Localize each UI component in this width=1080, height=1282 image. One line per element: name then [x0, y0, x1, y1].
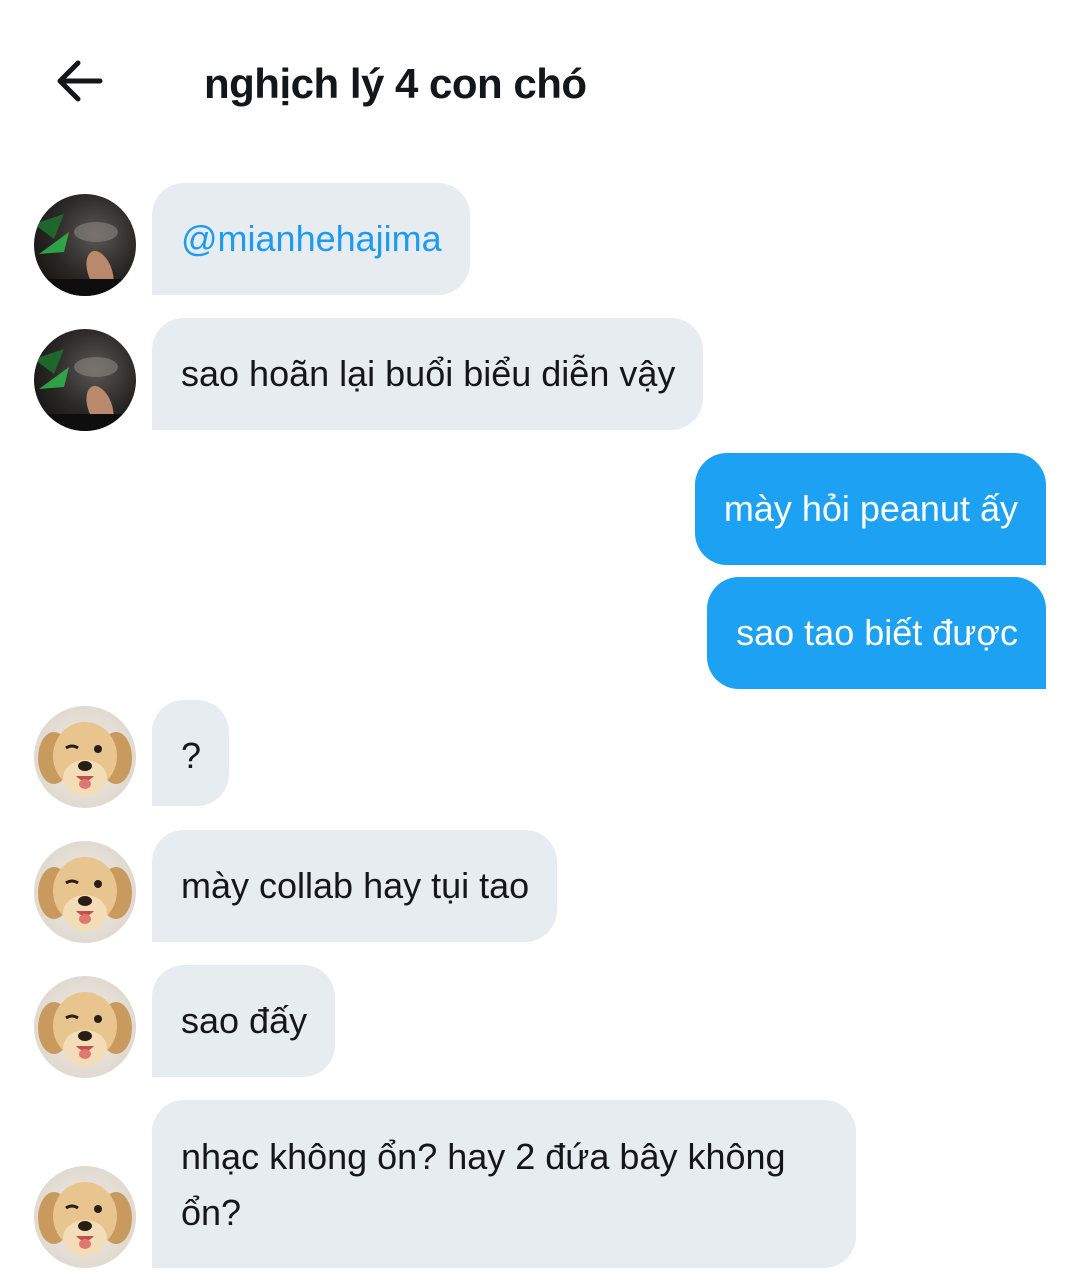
avatar-user-2[interactable]: [34, 706, 136, 808]
avatar-user-2[interactable]: [34, 976, 136, 1078]
avatar-user-2[interactable]: [34, 841, 136, 943]
message-bubble-incoming[interactable]: ?: [152, 700, 230, 806]
dm-conversation-screen: nghịch lý 4 con chó @mianhehajima sao ho…: [0, 0, 1080, 1282]
back-button[interactable]: [46, 48, 112, 114]
message-bubble-incoming[interactable]: @mianhehajima: [152, 183, 470, 295]
conversation-header: nghịch lý 4 con chó: [0, 0, 1080, 170]
message-bubble-outgoing[interactable]: mày hỏi peanut ấy: [694, 453, 1046, 565]
message-bubble-incoming[interactable]: nhạc không ổn? hay 2 đứa bây không ổn?: [152, 1100, 856, 1268]
message-bubble-outgoing[interactable]: sao tao biết được: [707, 577, 1046, 689]
avatar-user-1[interactable]: [34, 329, 136, 431]
arrow-left-icon: [57, 60, 103, 102]
message-bubble-incoming[interactable]: mày collab hay tụi tao: [152, 830, 558, 942]
conversation-title[interactable]: nghịch lý 4 con chó: [204, 56, 587, 112]
message-bubble-incoming[interactable]: sao hoãn lại buổi biểu diễn vậy: [152, 318, 704, 430]
avatar-user-1[interactable]: [34, 194, 136, 296]
avatar-user-2[interactable]: [34, 1166, 136, 1268]
message-bubble-incoming[interactable]: sao đấy: [152, 965, 336, 1077]
